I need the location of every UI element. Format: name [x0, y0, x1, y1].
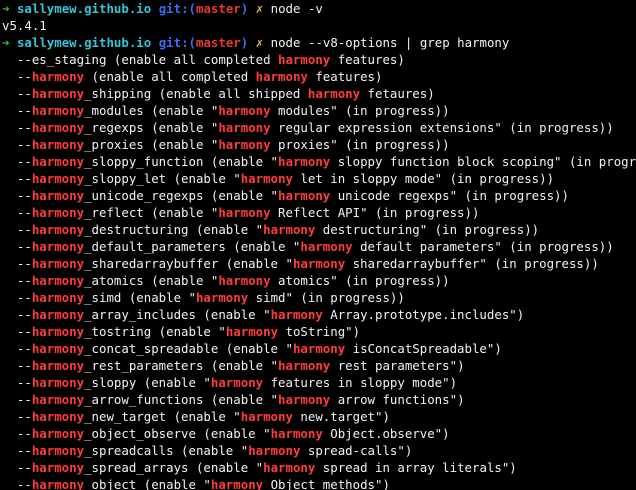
- grep-match-highlight: harmony: [263, 460, 316, 475]
- grep-match-highlight: harmony: [270, 307, 323, 322]
- output-line: --harmony_concat_spreadable (enable "har…: [2, 341, 502, 356]
- grep-match-highlight: harmony: [195, 290, 249, 305]
- output-line: --harmony_rest_parameters (enable "harmo…: [2, 358, 465, 373]
- grep-match-highlight: harmony: [300, 239, 353, 254]
- grep-match-highlight: harmony: [270, 426, 323, 441]
- grep-match-highlight: harmony: [225, 324, 279, 339]
- grep-match-highlight: harmony: [31, 460, 85, 475]
- prompt-branch-name: master: [196, 1, 241, 16]
- grep-match-highlight: harmony: [278, 154, 331, 169]
- output-line: --harmony_arrow_functions (enable "harmo…: [2, 392, 465, 407]
- grep-match-highlight: harmony: [31, 171, 85, 186]
- grep-match-highlight: harmony: [31, 324, 85, 339]
- output-line: --harmony (enable all completed harmony …: [2, 69, 383, 84]
- prompt-git-label-end: ): [240, 35, 249, 50]
- grep-match-highlight: harmony: [240, 171, 293, 186]
- prompt-arrow-icon: ➜: [2, 35, 10, 50]
- output-line: --es_staging (enable all completed harmo…: [2, 52, 405, 67]
- output-line: --harmony_default_parameters (enable "ha…: [2, 239, 614, 254]
- grep-match-highlight: harmony: [31, 86, 85, 101]
- output-line: --harmony_array_includes (enable "harmon…: [2, 307, 525, 322]
- prompt-git-label: git:(: [158, 35, 196, 50]
- grep-match-highlight: harmony: [210, 375, 264, 390]
- grep-match-highlight: harmony: [31, 120, 85, 135]
- output-line: --harmony_simd (enable "harmony simd" (i…: [2, 290, 405, 305]
- output-line: --harmony_new_target (enable "harmony ne…: [2, 409, 390, 424]
- grep-match-highlight: harmony: [31, 409, 85, 424]
- command-text: node -v: [270, 1, 323, 16]
- grep-match-highlight: harmony: [248, 443, 301, 458]
- grep-match-highlight: harmony: [31, 290, 85, 305]
- grep-match-highlight: harmony: [278, 392, 331, 407]
- output-line: --harmony_regexps (enable "harmony regul…: [2, 120, 614, 135]
- output-line: --harmony_modules (enable "harmony modul…: [2, 103, 450, 118]
- output-line: --harmony_proxies (enable "harmony proxi…: [2, 137, 450, 152]
- output-line: --harmony_sloppy_let (enable "harmony le…: [2, 171, 555, 186]
- prompt-arrow-icon: ➜: [2, 1, 10, 16]
- grep-match-highlight: harmony: [31, 188, 85, 203]
- grep-match-highlight: harmony: [31, 256, 85, 271]
- prompt-line: ➜ sallymew.github.io git:(master) ✗ node…: [2, 0, 636, 17]
- output-line: --harmony_tostring (enable "harmony toSt…: [2, 324, 361, 339]
- output-line: --harmony_destructuring (enable "harmony…: [2, 222, 540, 237]
- grep-match-highlight: harmony: [210, 477, 264, 490]
- grep-match-highlight: harmony: [31, 443, 85, 458]
- output-line: --harmony_sloppy_function (enable "harmo…: [2, 154, 636, 169]
- output-line: --harmony_spread_arrays (enable "harmony…: [2, 460, 517, 475]
- output-line: --harmony_atomics (enable "harmony atomi…: [2, 273, 450, 288]
- terminal-window[interactable]: ➜ sallymew.github.io git:(master) ✗ node…: [0, 0, 636, 490]
- prompt-git-label: git:(: [158, 1, 196, 16]
- grep-match-highlight: harmony: [31, 137, 85, 152]
- grep-match-highlight: harmony: [218, 120, 271, 135]
- grep-match-highlight: harmony: [31, 341, 85, 356]
- grep-match-highlight: harmony: [307, 86, 361, 101]
- dirty-marker-icon: ✗: [255, 35, 264, 50]
- grep-match-highlight: harmony: [31, 205, 85, 220]
- grep-match-highlight: harmony: [31, 239, 85, 254]
- output-line: --harmony_object (enable "harmony Object…: [2, 477, 390, 490]
- output-line: --harmony_shipping (enable all shipped h…: [2, 86, 435, 101]
- grep-match-highlight: harmony: [31, 477, 85, 490]
- dirty-marker-icon: ✗: [255, 1, 264, 16]
- grep-match-highlight: harmony: [31, 392, 85, 407]
- grep-match-highlight: harmony: [31, 103, 85, 118]
- grep-match-highlight: harmony: [218, 205, 271, 220]
- grep-match-highlight: harmony: [218, 137, 271, 152]
- grep-match-highlight: harmony: [255, 69, 308, 84]
- grep-match-highlight: harmony: [31, 426, 85, 441]
- grep-match-highlight: harmony: [31, 307, 85, 322]
- grep-match-highlight: harmony: [292, 341, 346, 356]
- grep-match-highlight: harmony: [240, 409, 293, 424]
- output-line: --harmony_spreadcalls (enable "harmony s…: [2, 443, 413, 458]
- grep-match-highlight: harmony: [278, 188, 331, 203]
- grep-match-highlight: harmony: [31, 154, 85, 169]
- grep-match-highlight: harmony: [31, 375, 85, 390]
- grep-match-highlight: harmony: [31, 69, 85, 84]
- grep-match-highlight: harmony: [31, 358, 85, 373]
- grep-match-highlight: harmony: [218, 273, 271, 288]
- output-line: --harmony_reflect (enable "harmony Refle…: [2, 205, 480, 220]
- grep-match-highlight: harmony: [278, 358, 331, 373]
- command-text: node --v8-options | grep harmony: [270, 35, 510, 50]
- grep-match-highlight: harmony: [218, 103, 271, 118]
- grep-match-highlight: harmony: [31, 273, 85, 288]
- prompt-git-label-end: ): [240, 1, 249, 16]
- prompt-branch-name: master: [196, 35, 241, 50]
- prompt-line: ➜ sallymew.github.io git:(master) ✗ node…: [2, 34, 636, 51]
- prompt-hostname: sallymew.github.io: [16, 1, 152, 16]
- output-line: --harmony_sharedarraybuffer (enable "har…: [2, 256, 599, 271]
- grep-match-highlight: harmony: [263, 222, 316, 237]
- output-line: v5.4.1: [2, 18, 47, 33]
- output-line: --harmony_sloppy (enable "harmony featur…: [2, 375, 458, 390]
- output-line: --harmony_unicode_regexps (enable "harmo…: [2, 188, 569, 203]
- grep-match-highlight: harmony: [31, 222, 85, 237]
- output-line: --harmony_object_observe (enable "harmon…: [2, 426, 450, 441]
- prompt-hostname: sallymew.github.io: [16, 35, 152, 50]
- grep-match-highlight: harmony: [278, 52, 331, 67]
- grep-match-highlight: harmony: [292, 256, 346, 271]
